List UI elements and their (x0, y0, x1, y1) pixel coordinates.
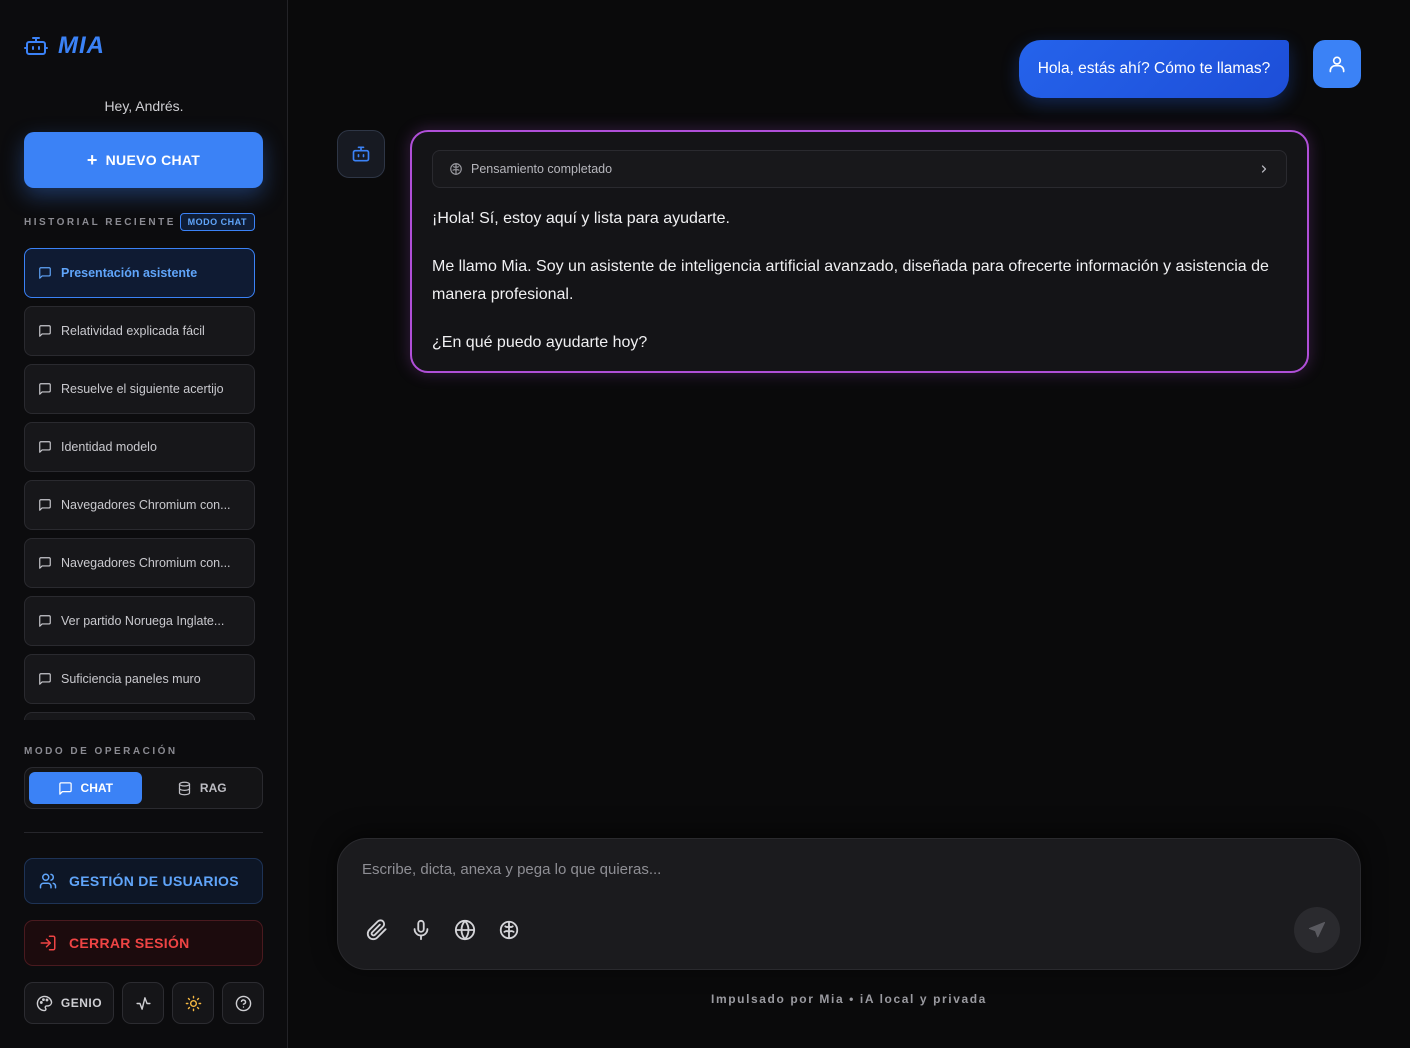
sidebar: MIA Hey, Andrés. + NUEVO CHAT HISTORIAL … (0, 0, 288, 1048)
brand[interactable]: MIA (24, 32, 105, 60)
assistant-paragraph: ¿En qué puedo ayudarte hoy? (432, 334, 648, 351)
plus-icon: + (86, 149, 98, 170)
assistant-avatar (337, 130, 385, 178)
message-composer (337, 838, 1361, 970)
history-item-title: Relatividad explicada fácil (61, 324, 205, 338)
users-icon (39, 873, 57, 889)
robot-icon (24, 37, 48, 55)
sidebar-footer: GENIO (24, 982, 264, 1024)
history-item-title: Suficiencia paneles muro (61, 672, 201, 686)
history-list[interactable]: Presentación asistente Relatividad expli… (24, 248, 255, 720)
globe-icon[interactable] (454, 919, 476, 941)
history-item[interactable]: Navegadores Chromium con... (24, 480, 255, 530)
history-item[interactable]: Navegadores Chromium con... (24, 538, 255, 588)
new-chat-label: NUEVO CHAT (105, 152, 201, 168)
help-button[interactable] (222, 982, 264, 1024)
assistant-message-text: ¡Hola! Sí, estoy aquí y lista para ayuda… (432, 205, 1287, 357)
powered-by-footer: Impulsado por Mia • iA local y privada (711, 992, 987, 1006)
composer-tools (366, 919, 520, 941)
history-item[interactable]: Suficiencia paneles muro (24, 654, 255, 704)
theme-genio-button[interactable]: GENIO (24, 982, 114, 1024)
operation-mode-label: MODO DE OPERACIÓN (24, 746, 178, 757)
send-button[interactable] (1294, 907, 1340, 953)
message-square-icon (39, 325, 51, 337)
log-out-icon (40, 935, 56, 951)
database-icon (178, 781, 191, 795)
microphone-icon[interactable] (410, 919, 432, 941)
message-square-icon (39, 267, 51, 279)
palette-icon (36, 995, 53, 1011)
activity-button[interactable] (122, 982, 164, 1024)
new-chat-button[interactable]: + NUEVO CHAT (24, 132, 263, 188)
history-item-title: Resuelve el siguiente acertijo (61, 382, 224, 396)
assistant-message-card: Pensamiento completado ¡Hola! Sí, estoy … (410, 130, 1309, 373)
robot-icon (352, 146, 370, 162)
history-item[interactable]: Identidad modelo (24, 422, 255, 472)
mode-badge: MODO CHAT (179, 213, 255, 231)
mode-rag-button[interactable]: RAG (146, 772, 259, 804)
theme-genio-label: GENIO (60, 996, 103, 1010)
message-square-icon (39, 441, 51, 453)
user-avatar (1313, 40, 1361, 88)
user-icon (1329, 56, 1345, 73)
thinking-label: Pensamiento completado (471, 162, 613, 176)
theme-toggle-button[interactable] (172, 982, 214, 1024)
thinking-panel-toggle[interactable]: Pensamiento completado (432, 150, 1287, 188)
brand-name: MIA (58, 32, 105, 59)
history-item-title: Identidad modelo (61, 440, 157, 454)
mode-rag-label: RAG (199, 781, 227, 795)
divider (24, 832, 263, 833)
user-management-label: GESTIÓN DE USUARIOS (69, 873, 239, 889)
user-management-button[interactable]: GESTIÓN DE USUARIOS (24, 858, 263, 904)
history-item-partial[interactable] (24, 712, 255, 720)
message-square-icon (39, 673, 51, 685)
message-square-icon (39, 383, 51, 395)
send-icon (1308, 921, 1326, 938)
history-item-title: Navegadores Chromium con... (61, 498, 231, 512)
assistant-paragraph: Me llamo Mia. Soy un asistente de inteli… (432, 258, 1269, 303)
history-item[interactable]: Presentación asistente (24, 248, 255, 298)
message-square-icon (39, 615, 51, 627)
history-label: HISTORIAL RECIENTE (24, 216, 176, 228)
sun-icon (185, 995, 201, 1011)
history-item[interactable]: Resuelve el siguiente acertijo (24, 364, 255, 414)
paperclip-icon[interactable] (366, 919, 388, 941)
history-header: HISTORIAL RECIENTE MODO CHAT (24, 213, 255, 231)
brain-icon (450, 163, 462, 175)
message-square-icon (39, 557, 51, 569)
message-square-icon (58, 781, 72, 795)
chevron-right-icon (1261, 165, 1267, 173)
user-message-bubble: Hola, estás ahí? Cómo te llamas? (1019, 40, 1289, 98)
message-square-icon (39, 499, 51, 511)
message-input[interactable] (362, 861, 1282, 878)
brain-icon[interactable] (498, 919, 520, 941)
mode-chat-button[interactable]: CHAT (29, 772, 142, 804)
history-item-title: Ver partido Noruega Inglate... (61, 614, 225, 628)
history-item[interactable]: Relatividad explicada fácil (24, 306, 255, 356)
mode-chat-label: CHAT (80, 781, 113, 795)
logout-button[interactable]: CERRAR SESIÓN (24, 920, 263, 966)
mode-toggle: CHAT RAG (24, 767, 263, 809)
help-circle-icon (235, 995, 251, 1011)
history-item-title: Presentación asistente (61, 266, 198, 280)
logout-label: CERRAR SESIÓN (69, 935, 190, 951)
greeting: Hey, Andrés. (104, 98, 184, 114)
history-item[interactable]: Ver partido Noruega Inglate... (24, 596, 255, 646)
assistant-paragraph: ¡Hola! Sí, estoy aquí y lista para ayuda… (432, 210, 730, 227)
activity-icon (135, 996, 151, 1010)
history-item-title: Navegadores Chromium con... (61, 556, 231, 570)
